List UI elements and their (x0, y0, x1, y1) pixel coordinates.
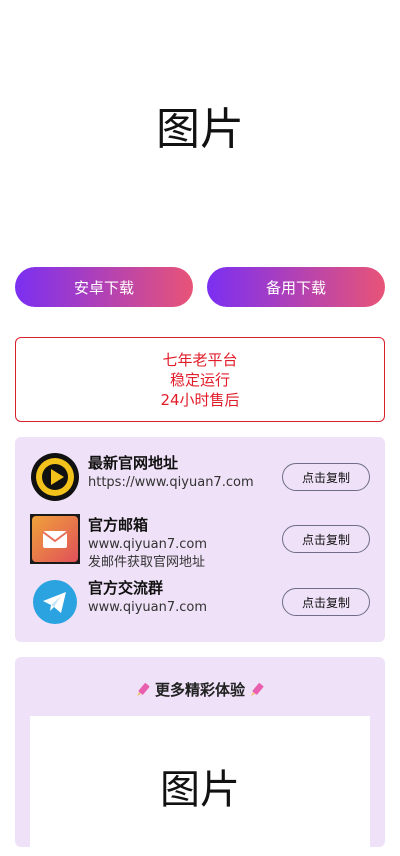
more-image-alt-text: 图片 (160, 767, 240, 813)
more-image-placeholder: 图片 (30, 716, 370, 856)
official-site-row: 最新官网地址 https://www.qiyuan7.com 点击复制 (30, 452, 370, 502)
notice-line-1: 七年老平台 (162, 350, 238, 369)
official-email-address: www.qiyuan7.com (88, 537, 208, 552)
more-experience-heading: 更多精彩体验 (15, 679, 385, 700)
platform-notice-box: 七年老平台 稳定运行 24小时售后 (15, 337, 385, 422)
official-group-url: www.qiyuan7.com (88, 600, 208, 615)
official-email-row: 官方邮箱 www.qiyuan7.com 发邮件获取官网地址 点击复制 (30, 514, 370, 572)
copy-group-button[interactable]: 点击复制 (282, 588, 370, 616)
official-site-title: 最新官网地址 (88, 454, 179, 472)
copy-email-button[interactable]: 点击复制 (282, 525, 370, 553)
official-site-url: https://www.qiyuan7.com (88, 475, 254, 490)
contact-info-card: 最新官网地址 https://www.qiyuan7.com 点击复制 官方邮箱… (15, 437, 385, 642)
pencil-icon (251, 682, 264, 696)
telegram-icon (30, 577, 80, 627)
hero-image-placeholder: 图片 (0, 0, 400, 250)
copy-site-button[interactable]: 点击复制 (282, 463, 370, 491)
more-experience-title: 更多精彩体验 (154, 681, 245, 699)
notice-line-3: 24小时售后 (160, 390, 240, 409)
notice-line-2: 稳定运行 (169, 370, 230, 389)
hero-image-alt-text: 图片 (156, 104, 244, 155)
mail-icon (30, 514, 80, 564)
android-download-button[interactable]: 安卓下载 (15, 267, 193, 307)
download-buttons: 安卓下载 备用下载 (15, 267, 385, 307)
backup-download-button[interactable]: 备用下载 (207, 267, 385, 307)
play-logo-icon (30, 452, 80, 502)
official-email-hint: 发邮件获取官网地址 (88, 555, 206, 570)
official-group-row: 官方交流群 www.qiyuan7.com 点击复制 (30, 577, 370, 627)
official-group-title: 官方交流群 (88, 579, 164, 597)
official-email-title: 官方邮箱 (88, 516, 149, 534)
pencil-icon (136, 682, 150, 696)
more-experience-card: 更多精彩体验 图片 (15, 657, 385, 856)
